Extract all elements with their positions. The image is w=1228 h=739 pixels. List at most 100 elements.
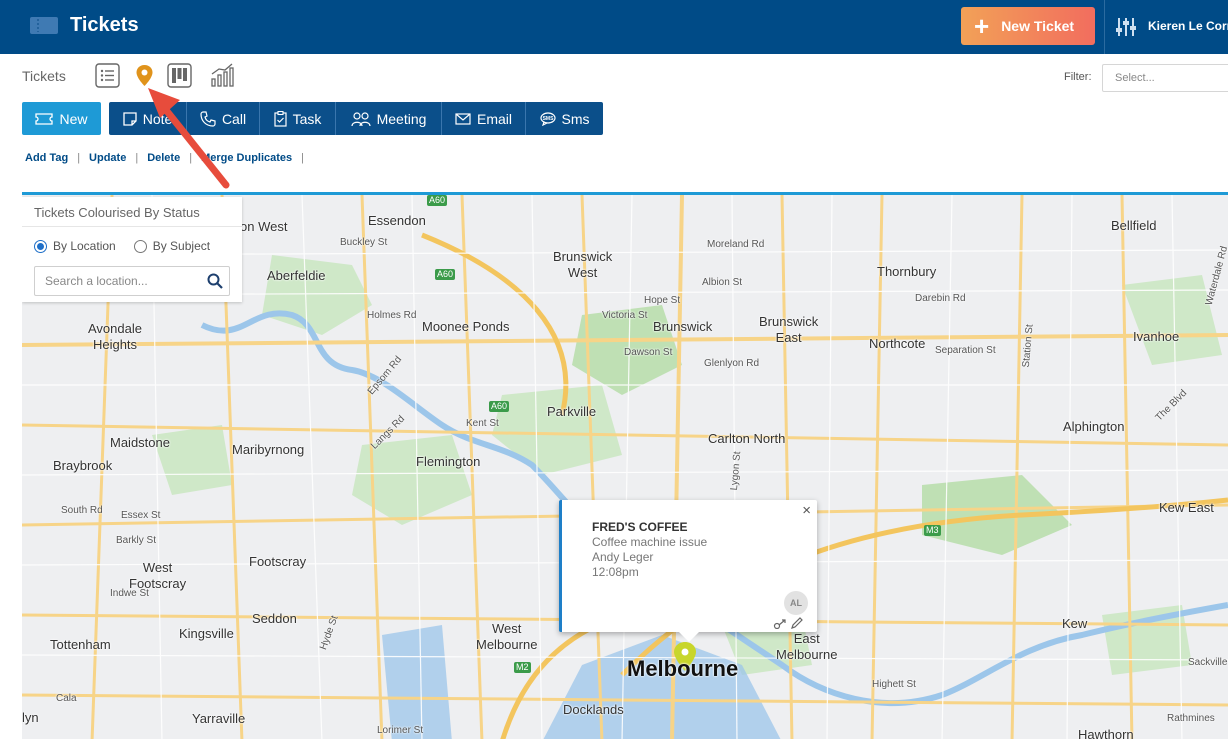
sms-button[interactable]: SMS Sms xyxy=(526,102,603,135)
by-subject-label[interactable]: By Subject xyxy=(153,239,210,253)
map-label: Moreland Rd xyxy=(707,239,765,250)
new-ticket-label: New Ticket xyxy=(1001,18,1075,34)
by-subject-radio[interactable] xyxy=(133,239,147,253)
map-label: Alphington xyxy=(1063,419,1125,434)
avatar: AL xyxy=(784,591,808,615)
map-label: Indwe St xyxy=(110,588,149,599)
map-label: Kent St xyxy=(466,418,499,429)
map-label: Northcote xyxy=(869,336,926,351)
by-location-label[interactable]: By Location xyxy=(53,239,116,253)
close-icon[interactable]: × xyxy=(802,502,811,519)
search-icon[interactable] xyxy=(207,273,223,289)
map-label: Yarraville xyxy=(192,711,246,726)
map-label: Essendon xyxy=(368,213,426,228)
list-icon[interactable] xyxy=(95,63,120,88)
panel-title: Tickets Colourised By Status xyxy=(22,197,242,227)
map-label: Albion St xyxy=(702,277,743,288)
ticket-icon xyxy=(35,112,54,125)
ticket-icon xyxy=(30,17,58,34)
road-shield: A60 xyxy=(435,269,456,280)
email-button[interactable]: Email xyxy=(442,102,526,135)
envelope-icon xyxy=(455,112,471,125)
email-label: Email xyxy=(476,110,512,127)
map-label: lyn xyxy=(22,710,39,725)
task-button[interactable]: Task xyxy=(260,102,336,135)
new-button[interactable]: New xyxy=(22,102,101,135)
map-label: Cala xyxy=(56,693,77,704)
add-tag-link[interactable]: Add Tag xyxy=(25,152,68,164)
road-shield: A60 xyxy=(489,401,510,412)
meeting-label: Meeting xyxy=(376,110,427,127)
ticket-info-popup[interactable]: × FRED'S COFFEE Coffee machine issue And… xyxy=(559,500,817,642)
location-search-input[interactable]: Search a location... xyxy=(34,266,230,296)
note-icon xyxy=(123,111,137,126)
update-link[interactable]: Update xyxy=(89,152,126,164)
tickets-map[interactable]: Essendon on West Buckley St Aberfeldie H… xyxy=(22,192,1228,739)
map-label: Thornbury xyxy=(877,264,937,279)
map-label: Glenlyon Rd xyxy=(704,358,760,369)
map-label: Ivanhoe xyxy=(1133,329,1180,344)
filter-select[interactable]: Select... xyxy=(1102,64,1228,92)
breadcrumb: Tickets xyxy=(22,68,66,84)
map-label: Rathmines xyxy=(1167,713,1215,724)
meeting-icon xyxy=(350,111,371,126)
map-label: Footscray xyxy=(249,554,307,569)
map-label: Lorimer St xyxy=(377,725,424,736)
plus-icon: + xyxy=(974,11,990,41)
road-shield: M3 xyxy=(924,525,941,536)
road-shield: M2 xyxy=(514,662,531,673)
map-label: Buckley St xyxy=(340,237,388,248)
map-label: Brunswick xyxy=(653,319,713,334)
map-label: Flemington xyxy=(416,454,481,469)
sms-label: Sms xyxy=(561,110,590,127)
separator: | xyxy=(301,152,305,164)
map-label: Avondale Heights xyxy=(88,321,142,352)
separator: | xyxy=(77,152,81,164)
action-bar: New Note Call Task Meeting Email SMS Sms xyxy=(22,102,603,135)
svg-text:SMS: SMS xyxy=(542,116,554,122)
map-label: Kingsville xyxy=(179,626,234,641)
colourise-radio-group: By Location By Subject xyxy=(34,239,210,253)
map-label: Moonee Ponds xyxy=(422,319,510,334)
filter-label: Filter: xyxy=(1064,71,1092,83)
new-ticket-button[interactable]: + New Ticket xyxy=(961,7,1095,45)
map-label: Seddon xyxy=(252,611,297,626)
map-label: Braybrook xyxy=(53,458,113,473)
task-label: Task xyxy=(292,110,322,127)
edit-icon[interactable] xyxy=(790,617,804,629)
map-label: East Melbourne xyxy=(776,631,838,662)
new-button-label: New xyxy=(59,110,88,127)
map-label: Essex St xyxy=(121,510,161,521)
map-label: Kew East xyxy=(1159,500,1214,515)
map-label: Melbourne xyxy=(627,656,739,681)
separator: | xyxy=(135,152,139,164)
map-label: South Rd xyxy=(61,505,103,516)
assign-icon[interactable] xyxy=(773,617,787,629)
map-label: Bellfield xyxy=(1111,218,1157,233)
top-bar: Tickets + New Ticket Kieren Le Corn xyxy=(0,0,1228,54)
by-location-radio[interactable] xyxy=(34,239,47,253)
map-label: Brunswick East xyxy=(759,314,819,345)
map-label: Holmes Rd xyxy=(367,310,417,321)
annotation-arrow-icon xyxy=(148,88,230,189)
map-label: Hawthorn xyxy=(1078,727,1134,739)
sms-icon: SMS xyxy=(539,111,556,126)
company-name: FRED'S COFFEE xyxy=(592,520,688,534)
search-placeholder: Search a location... xyxy=(45,274,148,288)
map-label: on West xyxy=(240,219,288,234)
map-label: Victoria St xyxy=(602,310,648,321)
map-label: Maribyrnong xyxy=(232,442,305,457)
map-label: Hope St xyxy=(644,295,681,306)
popup-details: FRED'S COFFEE Coffee machine issue Andy … xyxy=(592,520,707,580)
meeting-button[interactable]: Meeting xyxy=(336,102,442,135)
sliders-icon[interactable] xyxy=(1115,16,1137,38)
contact-name: Andy Leger xyxy=(592,550,654,564)
map-label: Darebin Rd xyxy=(915,293,966,304)
user-name[interactable]: Kieren Le Corn xyxy=(1148,19,1228,33)
clipboard-icon xyxy=(273,110,287,127)
map-label: Carlton North xyxy=(708,431,786,446)
map-label: Aberfeldie xyxy=(267,268,326,283)
road-shield: A60 xyxy=(427,195,448,206)
map-label: Docklands xyxy=(563,702,624,717)
map-label: Parkville xyxy=(547,404,597,419)
